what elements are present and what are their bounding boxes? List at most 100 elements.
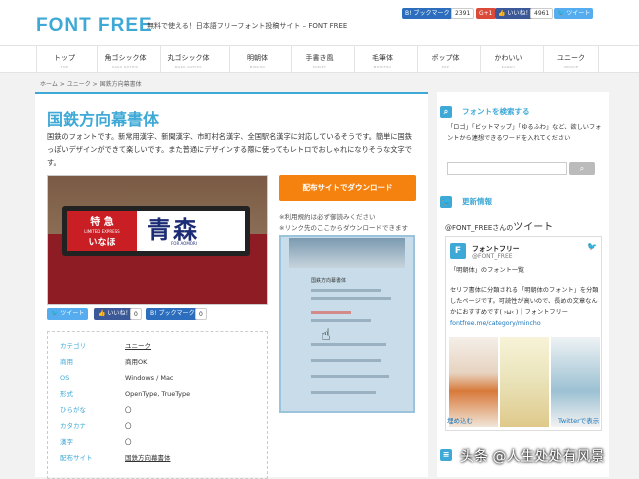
info-key: カタカナ bbox=[60, 422, 86, 430]
nav-sub: POP bbox=[441, 65, 450, 69]
thumbs-up-icon: 👍 bbox=[498, 10, 506, 17]
share-like-label: いいね！ bbox=[107, 310, 132, 317]
hatena-label: ブックマーク bbox=[413, 10, 450, 17]
info-key: ひらがな bbox=[60, 406, 86, 414]
nav-item-pop[interactable]: ポップ体 POP bbox=[417, 46, 473, 72]
nav-sub: KAWAII bbox=[501, 65, 516, 69]
share-hatena-label: ブックマーク bbox=[158, 310, 195, 317]
info-value: 〇 bbox=[125, 438, 132, 446]
info-key: 商用 bbox=[60, 358, 73, 366]
tweet-image[interactable] bbox=[500, 337, 549, 427]
info-row-katakana: カタカナ 〇 bbox=[60, 419, 260, 434]
facebook-like-button[interactable]: 👍 いいね！ bbox=[495, 8, 535, 19]
nav-sub: SCRIPT bbox=[312, 65, 327, 69]
nav-item-mohitsu[interactable]: 毛筆体 MOHITSU bbox=[354, 46, 410, 72]
info-row-distribution-site: 配布サイト 国鉄方向幕書体 bbox=[60, 451, 260, 466]
tweet-line: 「明朝体」のフォント一覧 bbox=[450, 267, 525, 274]
nav-sub: MINCHO bbox=[249, 65, 266, 69]
tweet-image[interactable] bbox=[551, 337, 600, 427]
nav-label: トップ bbox=[54, 54, 75, 62]
info-row-hiragana: ひらがな 〇 bbox=[60, 403, 260, 418]
preview-text-line bbox=[311, 359, 381, 362]
twitter-bird-icon: 🐦 bbox=[587, 242, 597, 251]
terms-note: ※利用規約は必ず御読みください bbox=[279, 213, 376, 221]
preview-link-line bbox=[311, 311, 351, 314]
hatena-bookmark-button[interactable]: B! ブックマーク bbox=[402, 8, 453, 19]
nav-label: ユニーク bbox=[557, 54, 585, 62]
avatar[interactable]: F bbox=[450, 243, 466, 259]
share-hatena-count: 0 bbox=[195, 308, 207, 320]
tweet-button[interactable]: 🐦 ツイート bbox=[554, 8, 594, 19]
tweet-image[interactable] bbox=[449, 337, 498, 427]
nav-item-script[interactable]: 手書き風 SCRIPT bbox=[291, 46, 347, 72]
article-card: 国鉄方向幕書体 国鉄のフォントです。新常用漢字、新聞漢字、市町村名漢字、全国駅名… bbox=[35, 92, 428, 479]
watermark-text: 头条 @人生处处有风景 bbox=[460, 449, 605, 465]
breadcrumb-home[interactable]: ホーム bbox=[40, 81, 58, 88]
tweets-heading: @FONT_FREEさんのツイート bbox=[445, 218, 553, 233]
list-icon: ≡ bbox=[440, 449, 452, 461]
search-heading-text: フォントを検索する bbox=[462, 107, 530, 116]
sign-line: 特 急 bbox=[90, 217, 114, 228]
twitter-bird-icon: 🐦 bbox=[557, 10, 565, 17]
info-row-category: カテゴリ ユニーク bbox=[60, 339, 260, 354]
hatena-icon: B! bbox=[150, 310, 157, 317]
nav-label: 明朝体 bbox=[247, 54, 268, 62]
tweet-author-name[interactable]: フォントフリー bbox=[472, 243, 520, 253]
info-value: 〇 bbox=[125, 406, 132, 414]
nav-item-unique[interactable]: ユニーク UNIQUE bbox=[543, 46, 599, 72]
site-logo[interactable]: FONT FREE bbox=[36, 15, 153, 37]
nav-item-kawaii[interactable]: かわいい KAWAII bbox=[480, 46, 536, 72]
update-heading-text: 更新情報 bbox=[462, 197, 492, 206]
info-value-link[interactable]: ユニーク bbox=[125, 339, 151, 354]
search-input[interactable] bbox=[447, 162, 567, 175]
nav-item-kaku-gothic[interactable]: 角ゴシック体 KAKU GOTHIC bbox=[97, 46, 153, 72]
share-tweet-label: ツイート bbox=[60, 310, 85, 317]
breadcrumb: ホーム > ユニーク > 国鉄方向幕書体 bbox=[40, 79, 142, 88]
nav-sub: UNIQUE bbox=[563, 65, 579, 69]
info-value-link[interactable]: 国鉄方向幕書体 bbox=[125, 451, 171, 466]
tweet-label: ツイート bbox=[566, 10, 591, 17]
category-nav: トップ TOP 角ゴシック体 KAKU GOTHIC 丸ゴシック体 MARU GOTH… bbox=[0, 45, 639, 73]
preview-text-line bbox=[311, 289, 381, 292]
tweet-body-text: セリフ書体に分類される「明朝体のフォント」を分類したページです。可読性が高いので… bbox=[450, 287, 599, 316]
preview-text-line bbox=[311, 319, 371, 322]
font-sample-image: 特 急 LIMITED EXPRESS いなほ 青森 FOR AOMORI bbox=[47, 175, 268, 305]
download-button[interactable]: 配布サイトでダウンロード bbox=[279, 175, 416, 201]
tweet-author-handle[interactable]: @FONT_FREE bbox=[472, 253, 513, 260]
nav-label: 手書き風 bbox=[305, 54, 334, 62]
tweets-heading-prefix[interactable]: @FONT_FREEさんの bbox=[445, 224, 513, 232]
nav-sub: MARU GOTHIC bbox=[174, 65, 203, 69]
info-key: 漢字 bbox=[60, 438, 73, 446]
update-heading: 🐦 更新情報 bbox=[437, 193, 609, 211]
breadcrumb-category[interactable]: ユニーク bbox=[67, 81, 91, 88]
share-tweet-button[interactable]: 🐦 ツイート bbox=[47, 308, 89, 320]
embed-link[interactable]: 埋め込む bbox=[447, 415, 473, 425]
nav-item-maru-gothic[interactable]: 丸ゴシック体 MARU GOTHIC bbox=[160, 46, 216, 72]
hatena-count: 2391 bbox=[451, 8, 475, 19]
preview-title: 国鉄方向幕書体 bbox=[311, 278, 347, 284]
site-tagline: 無料で使える！日本語フリーフォント投稿サイト – FONT FREE bbox=[147, 22, 348, 30]
tweet-link[interactable]: fontfree.me/category/mincho bbox=[450, 320, 541, 327]
facebook-like-count: 4961 bbox=[530, 8, 554, 19]
sidebar: ⌕ フォントを検索する 「ロゴ」「ビットマップ」「ゆるふわ」など、欲しいフォント… bbox=[437, 92, 609, 477]
thumbs-up-icon: 👍 bbox=[98, 310, 106, 317]
nav-sub: MOHITSU bbox=[373, 65, 392, 69]
view-on-twitter-link[interactable]: Twitterで表示 bbox=[558, 415, 599, 425]
info-row-format: 形式 OpenType, TrueType bbox=[60, 387, 260, 402]
download-site-preview[interactable]: 国鉄方向幕書体 ☝ bbox=[279, 235, 415, 413]
nav-item-top[interactable]: トップ TOP bbox=[36, 46, 92, 72]
download-note: ※リンク先のここからダウンロードできます bbox=[279, 224, 408, 232]
preview-text-line bbox=[311, 297, 391, 300]
breadcrumb-separator: > bbox=[92, 81, 98, 88]
nav-item-mincho[interactable]: 明朝体 MINCHO bbox=[229, 46, 285, 72]
share-hatena-button[interactable]: B! ブックマーク bbox=[146, 308, 199, 320]
sign-line: LIMITED EXPRESS bbox=[84, 229, 120, 234]
info-row-kanji: 漢字 〇 bbox=[60, 435, 260, 450]
google-plus-button[interactable]: G+1 bbox=[476, 8, 496, 19]
nav-sub: TOP bbox=[60, 65, 69, 69]
twitter-bird-icon: 🐦 bbox=[440, 196, 452, 208]
search-submit-button[interactable]: ⌕ bbox=[569, 162, 595, 175]
info-value: OpenType, TrueType bbox=[125, 390, 191, 398]
tweet-card[interactable]: F フォントフリー @FONT_FREE 🐦 「明朝体」のフォント一覧 セリフ書… bbox=[445, 236, 602, 431]
nav-label: 丸ゴシック体 bbox=[167, 54, 210, 62]
